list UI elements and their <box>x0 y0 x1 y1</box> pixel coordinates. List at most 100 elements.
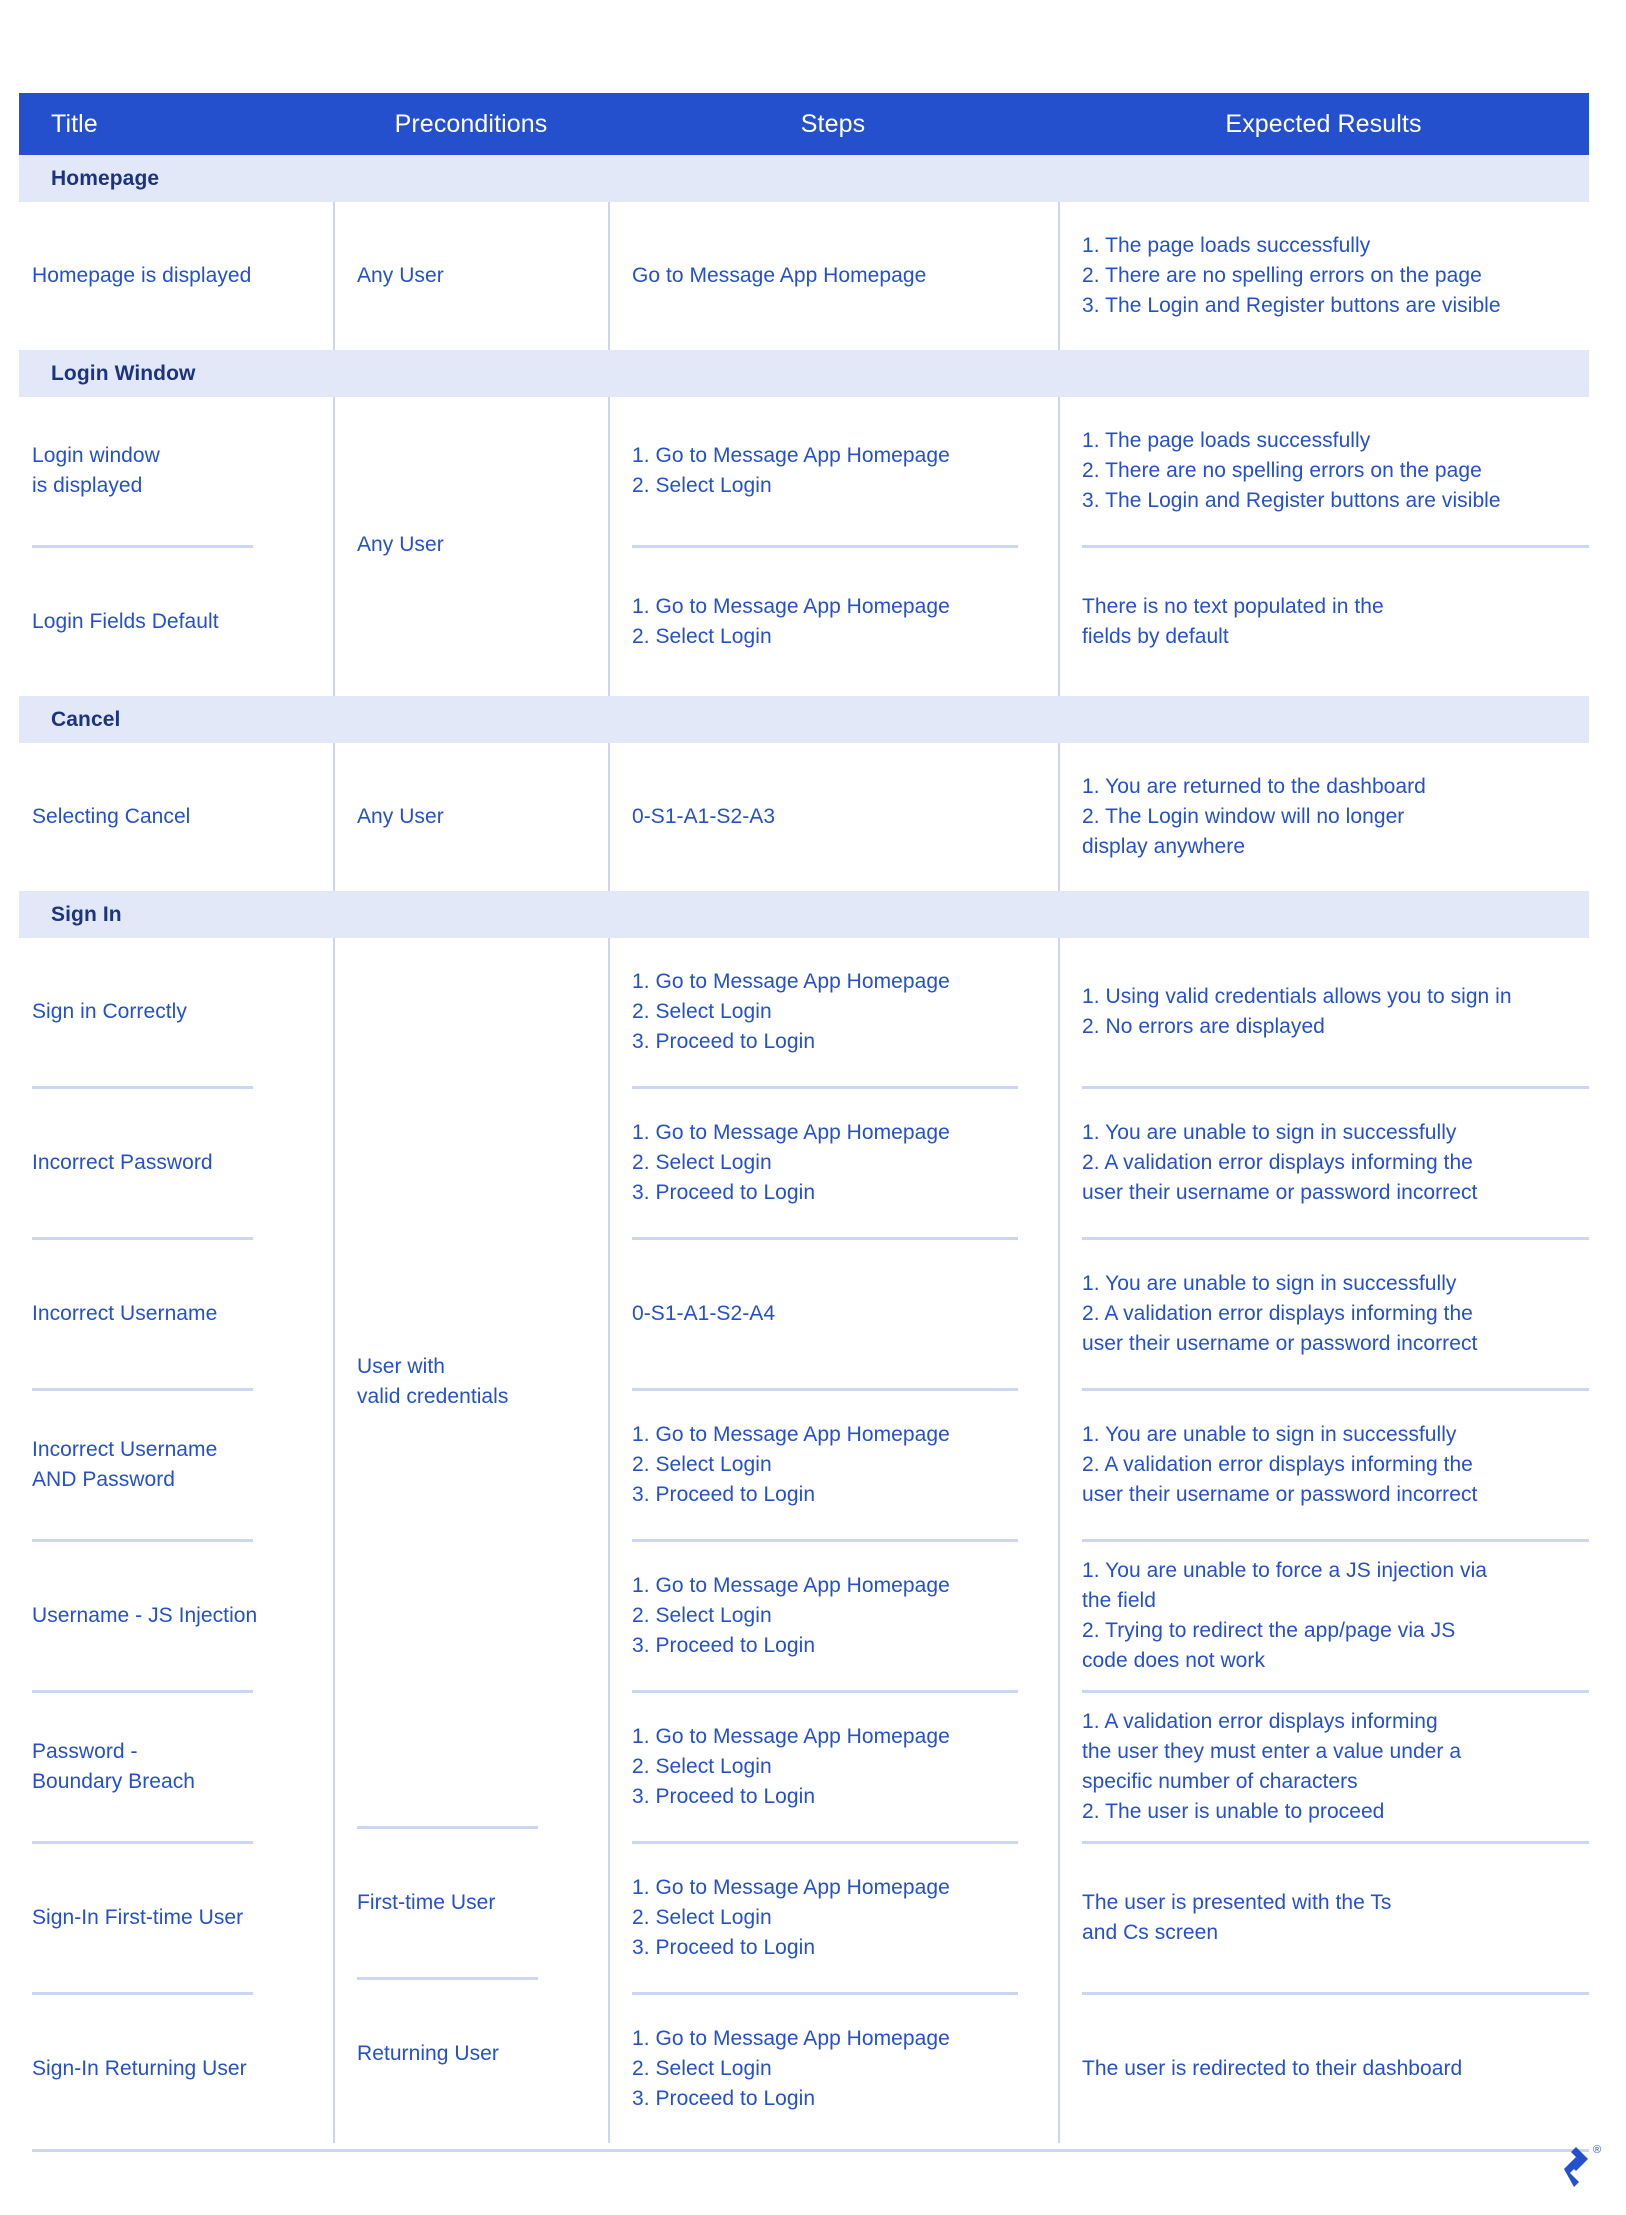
text-line: Username - JS Injection <box>32 1604 258 1627</box>
cell-steps: 1. Go to Message App Homepage 2. Select L… <box>610 1089 1058 1237</box>
text-line: 2. Select Login <box>632 2057 772 2080</box>
section-rows: Login window is displayed Login Fields Def… <box>19 397 1589 696</box>
cell-title: Homepage is displayed <box>19 202 333 350</box>
precondition-text: Returning User <box>357 2039 499 2069</box>
cell-title-text: Homepage is displayed <box>32 261 251 291</box>
text-line: user their username or password incorrec… <box>1082 1181 1478 1204</box>
cell-title-text: Incorrect Password <box>32 1148 213 1178</box>
text-line: 3. Proceed to Login <box>632 1785 816 1808</box>
text-line: Login Fields Default <box>32 610 219 633</box>
text-line: 2. A validation error displays informing… <box>1082 1151 1473 1174</box>
cell-title-text: Login window is displayed <box>32 441 160 501</box>
cell-precondition: Any User <box>335 202 608 350</box>
text-line: specific number of characters <box>1082 1770 1358 1793</box>
text-line: user their username or password incorrec… <box>1082 1332 1478 1355</box>
text-line: 1. The page loads successfully <box>1082 429 1371 452</box>
text-line: 2. Select Login <box>632 1453 772 1476</box>
cell-expected-text: The user is presented with the Ts and Cs … <box>1082 1888 1391 1948</box>
column-preconditions: Any User <box>333 397 608 696</box>
text-line: 1. Go to Message App Homepage <box>632 1876 950 1899</box>
cell-precondition: Any User <box>335 743 608 891</box>
text-line: user their username or password incorrec… <box>1082 1483 1478 1506</box>
cell-expected: The user is redirected to their dashboar… <box>1060 1995 1589 2143</box>
column-title: Homepage is displayed <box>19 202 333 350</box>
cell-steps-text: 0-S1-A1-S2-A3 <box>632 802 775 832</box>
cell-title-text: Sign-In First-time User <box>32 1903 243 1933</box>
cell-steps: 1. Go to Message App Homepage 2. Select L… <box>610 397 1058 545</box>
cell-title-text: Sign-In Returning User <box>32 2054 247 2084</box>
cell-expected: 1. You are returned to the dashboard 2. T… <box>1060 743 1589 891</box>
cell-title-text: Username - JS Injection <box>32 1601 257 1631</box>
cell-expected-text: There is no text populated in the fields … <box>1082 592 1384 652</box>
column-expected-results: 1. The page loads successfully 2. There a… <box>1058 397 1589 696</box>
text-line: 2. A validation error displays informing… <box>1082 1453 1473 1476</box>
column-title: Sign in Correctly Incorrect Password Incor… <box>19 938 333 2143</box>
text-line: 2. Select Login <box>632 1906 772 1929</box>
precondition-text: Any User <box>357 530 444 560</box>
cell-title: Username - JS Injection <box>19 1542 333 1690</box>
cell-expected: The user is presented with the Ts and Cs … <box>1060 1844 1589 1992</box>
column-steps: 1. Go to Message App Homepage 2. Select L… <box>608 397 1058 696</box>
text-line: 1. You are returned to the dashboard <box>1082 775 1426 798</box>
text-line: 1. You are unable to sign in successfull… <box>1082 1423 1457 1446</box>
column-preconditions: Any User <box>333 743 608 891</box>
precondition-text: User with valid credentials <box>357 1352 508 1412</box>
text-line: Any User <box>357 264 444 287</box>
text-line: Go to Message App Homepage <box>632 264 927 287</box>
cell-expected-text: 1. You are unable to sign in successfull… <box>1082 1269 1477 1359</box>
text-line: 1. A validation error displays informing <box>1082 1710 1438 1733</box>
cell-expected-text: 1. The page loads successfully 2. There a… <box>1082 231 1501 321</box>
cell-steps: 1. Go to Message App Homepage 2. Select L… <box>610 1391 1058 1539</box>
cell-title: Login Fields Default <box>19 548 333 696</box>
column-expected-results: 1. The page loads successfully 2. There a… <box>1058 202 1589 350</box>
text-line: 1. Go to Message App Homepage <box>632 595 950 618</box>
cell-title-text: Incorrect Username AND Password <box>32 1435 217 1495</box>
text-line: 3. The Login and Register buttons are vi… <box>1082 294 1501 317</box>
text-line: 2. No errors are displayed <box>1082 1015 1325 1038</box>
text-line: 1. You are unable to sign in successfull… <box>1082 1121 1457 1144</box>
section-label: Login Window <box>51 361 196 385</box>
precondition-text: Any User <box>357 261 444 291</box>
text-line: 2. There are no spelling errors on the p… <box>1082 459 1482 482</box>
text-line: 2. Select Login <box>632 1604 772 1627</box>
cell-steps-text: 1. Go to Message App Homepage 2. Select L… <box>632 1722 950 1812</box>
text-line: 2. Select Login <box>632 1151 772 1174</box>
cell-expected: There is no text populated in the fields … <box>1060 548 1589 696</box>
cell-expected: 1. You are unable to force a JS injectio… <box>1060 1542 1589 1690</box>
column-expected-results: 1. Using valid credentials allows you to… <box>1058 938 1589 2143</box>
text-line: 2. Select Login <box>632 474 772 497</box>
cell-precondition: First-time User <box>335 1829 608 1977</box>
section-label: Homepage <box>51 166 160 190</box>
cell-steps-text: 1. Go to Message App Homepage 2. Select L… <box>632 592 950 652</box>
text-line: 3. Proceed to Login <box>632 2087 816 2110</box>
text-line: Sign-In First-time User <box>32 1906 244 1929</box>
cell-title: Incorrect Username <box>19 1240 333 1388</box>
cell-steps: 1. Go to Message App Homepage 2. Select L… <box>610 1542 1058 1690</box>
column-preconditions: User with valid credentials First-time Use… <box>333 938 608 2143</box>
cell-title: Password - Boundary Breach <box>19 1693 333 1841</box>
text-line: Password - <box>32 1740 138 1763</box>
cell-expected-text: 1. You are unable to sign in successfull… <box>1082 1118 1477 1208</box>
cell-steps-text: 1. Go to Message App Homepage 2. Select L… <box>632 441 950 501</box>
cell-precondition: Any User <box>335 397 608 693</box>
column-steps: Go to Message App Homepage <box>608 202 1058 350</box>
text-line: 3. Proceed to Login <box>632 1936 816 1959</box>
text-line: Selecting Cancel <box>32 805 191 828</box>
cell-title: Login window is displayed <box>19 397 333 545</box>
text-line: 1. Go to Message App Homepage <box>632 1574 950 1597</box>
text-line: is displayed <box>32 474 143 497</box>
text-line: 1. Go to Message App Homepage <box>632 1725 950 1748</box>
cell-expected-text: 1. Using valid credentials allows you to… <box>1082 982 1512 1042</box>
text-line: Boundary Breach <box>32 1770 196 1793</box>
text-line: Returning User <box>357 2042 499 2065</box>
text-line: fields by default <box>1082 625 1229 648</box>
table-bottom-rule <box>32 2149 1589 2152</box>
text-line: 2. The Login window will no longer <box>1082 805 1405 828</box>
text-line: 0-S1-A1-S2-A4 <box>632 1302 776 1325</box>
column-preconditions: Any User <box>333 202 608 350</box>
cell-steps: 1. Go to Message App Homepage 2. Select L… <box>610 548 1058 696</box>
cell-title-text: Login Fields Default <box>32 607 219 637</box>
text-line: 1. Go to Message App Homepage <box>632 1121 950 1144</box>
cell-steps-text: 0-S1-A1-S2-A4 <box>632 1299 775 1329</box>
text-line: 1. Using valid credentials allows you to… <box>1082 985 1512 1008</box>
